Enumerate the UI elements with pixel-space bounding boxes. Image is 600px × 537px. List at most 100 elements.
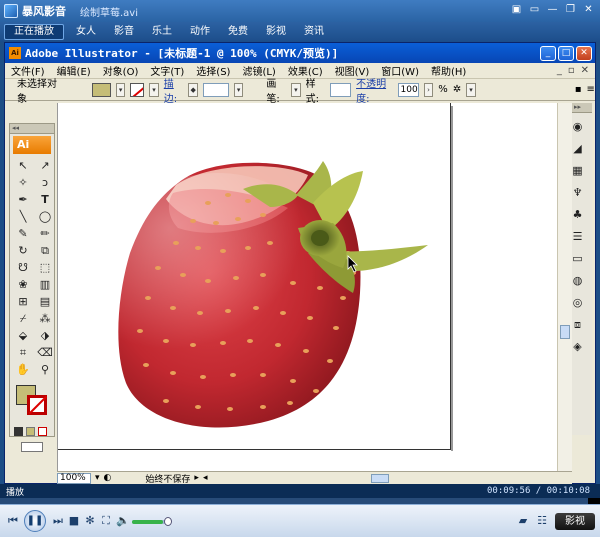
style-label: 样式:	[305, 78, 319, 105]
blend-tool-icon[interactable]: ⁂	[36, 311, 54, 326]
volume-knob[interactable]	[164, 517, 172, 526]
tab-free[interactable]: 免费	[219, 22, 257, 42]
fill-swatch[interactable]	[92, 82, 111, 97]
tab-news[interactable]: 资讯	[295, 22, 333, 42]
live-paint-tool-icon[interactable]: ⬙	[14, 328, 32, 343]
scale-tool-icon[interactable]: ⧉	[36, 243, 54, 258]
pen-tool-icon[interactable]: ✒	[14, 192, 32, 207]
player-restore-icon[interactable]: ❐	[563, 3, 578, 18]
doc-restore-icon[interactable]: ▫	[568, 65, 575, 76]
graph-tool-icon[interactable]: ▥	[36, 277, 54, 292]
fill-dropdown-icon[interactable]: ▾	[115, 82, 126, 97]
player-close-icon[interactable]: ✕	[581, 3, 596, 18]
status-menu-icon[interactable]: ◐	[104, 473, 112, 483]
status-arrow-icon[interactable]: ▸	[194, 473, 199, 483]
menu-select[interactable]: 选择(S)	[190, 63, 236, 78]
pencil-tool-icon[interactable]: ✏	[36, 226, 54, 241]
time-total: 00:10:08	[546, 486, 590, 496]
stroke-weight-field[interactable]	[202, 82, 229, 97]
slice-tool-icon[interactable]: ⌗	[14, 345, 32, 360]
ellipse-tool-icon[interactable]: ◯	[36, 209, 54, 224]
tab-tv[interactable]: 影视	[257, 22, 295, 42]
tools-panel-grip[interactable]: ◂◂	[10, 124, 54, 134]
stroke-dropdown-icon[interactable]: ▾	[149, 82, 159, 97]
vertical-scroll-thumb[interactable]	[560, 325, 570, 339]
pause-button[interactable]: ❚❚	[24, 510, 46, 532]
free-transform-tool-icon[interactable]: ⬚	[36, 260, 54, 275]
opacity-link[interactable]: 不透明度:	[356, 75, 392, 105]
volume-icon[interactable]: 🔈	[116, 514, 130, 528]
vertical-scrollbar[interactable]	[557, 103, 572, 471]
magic-wand-tool-icon[interactable]: ✧	[14, 175, 32, 190]
strawberry-artwork[interactable]	[58, 103, 450, 449]
gradient-mode-icon[interactable]	[26, 427, 35, 436]
zoom-dropdown-icon[interactable]: ▾	[95, 473, 100, 483]
none-mode-icon[interactable]	[38, 427, 47, 436]
status-bar: 100% ▾ ◐ 始终不保存 ▸ ◂	[57, 471, 572, 485]
tab-women[interactable]: 女人	[67, 22, 105, 42]
tool-stroke-swatch[interactable]	[27, 395, 47, 415]
warp-tool-icon[interactable]: ☋	[14, 260, 32, 275]
line-tool-icon[interactable]: ╲	[14, 209, 32, 224]
doc-close-icon[interactable]: ✕	[581, 65, 589, 76]
next-icon[interactable]: ⏭	[51, 514, 65, 528]
color-mode-icon[interactable]	[14, 427, 23, 436]
stroke-weight-stepper-icon[interactable]: ◆	[188, 82, 198, 97]
live-paint-selection-tool-icon[interactable]: ⬗	[36, 328, 54, 343]
illustrator-title: Adobe Illustrator - [未标题-1 @ 100% (CMYK/…	[25, 47, 339, 60]
style-field[interactable]	[330, 82, 352, 97]
symbol-sprayer-tool-icon[interactable]: ❀	[14, 277, 32, 292]
brush-dropdown-icon[interactable]: ▾	[291, 82, 301, 97]
doc-minimize-icon[interactable]: _	[557, 65, 562, 76]
eraser-tool-icon[interactable]: ⌫	[36, 345, 54, 360]
settings-icon[interactable]: ✻	[83, 514, 97, 528]
brush-options-icon[interactable]: ✲	[453, 84, 461, 95]
illustrator-minimize-icon[interactable]: _	[540, 45, 556, 61]
direct-selection-tool-icon[interactable]: ↗	[36, 158, 54, 173]
illustrator-close-icon[interactable]: ✕	[576, 45, 592, 61]
stroke-swatch[interactable]	[130, 82, 145, 97]
stroke-link[interactable]: 描边:	[164, 75, 184, 105]
h-scroll-left-icon[interactable]: ◂	[203, 473, 208, 483]
stop-icon[interactable]: ■	[67, 514, 81, 528]
control-menu-icon[interactable]: ≡	[587, 84, 595, 95]
tab-movies[interactable]: 影音	[105, 22, 143, 42]
camera-icon[interactable]: ▪	[575, 84, 582, 95]
player-mini-mode-icon[interactable]: ▭	[527, 3, 542, 18]
zoom-field[interactable]: 100%	[57, 472, 91, 484]
opacity-dropdown-icon[interactable]: ›	[423, 82, 434, 97]
illustrator-window: Ai Adobe Illustrator - [未标题-1 @ 100% (CM…	[4, 42, 596, 485]
artboard-edge-bottom	[58, 449, 451, 450]
canvas-area[interactable]	[57, 103, 557, 471]
gradient-tool-icon[interactable]: ▤	[36, 294, 54, 309]
type-tool-icon[interactable]: T	[36, 192, 54, 207]
fullscreen-icon[interactable]: ⛶	[99, 514, 113, 528]
player-minimize-icon[interactable]: —	[545, 3, 560, 18]
playlist-icon[interactable]: ☷	[535, 514, 549, 528]
brush-options-dropdown-icon[interactable]: ▾	[466, 82, 476, 97]
tab-action[interactable]: 动作	[181, 22, 219, 42]
mesh-tool-icon[interactable]: ⊞	[14, 294, 32, 309]
paintbrush-tool-icon[interactable]: ✎	[14, 226, 32, 241]
horizontal-scroll-thumb[interactable]	[371, 473, 390, 483]
video-portal-button[interactable]: 影视	[555, 513, 595, 530]
eyedropper-tool-icon[interactable]: ⌿	[14, 311, 32, 326]
opacity-field[interactable]: 100	[397, 82, 419, 97]
lasso-tool-icon[interactable]: ↄ	[36, 175, 54, 190]
previous-icon[interactable]: ⏮	[6, 514, 20, 528]
hand-tool-icon[interactable]: ✋	[14, 362, 32, 377]
tab-now-playing[interactable]: 正在播放	[4, 24, 64, 40]
stroke-weight-dropdown-icon[interactable]: ▾	[233, 82, 244, 97]
volume-slider[interactable]	[132, 520, 168, 524]
tools-panel: ◂◂ Ai ↖ ↗ ✧ ↄ ✒ T ╲ ◯ ✎ ✏ ↻ ⧉ ☋ ⬚ ❀ ▥ ⊞ …	[9, 123, 55, 452]
screen-mode-icon[interactable]	[21, 442, 43, 452]
selection-tool-icon[interactable]: ↖	[14, 158, 32, 173]
tab-paradise[interactable]: 乐土	[143, 22, 181, 42]
menu-object[interactable]: 对象(O)	[97, 63, 145, 78]
open-folder-icon[interactable]: ▰	[516, 514, 530, 528]
zoom-tool-icon[interactable]: ⚲	[36, 362, 54, 377]
rotate-tool-icon[interactable]: ↻	[14, 243, 32, 258]
illustrator-maximize-icon[interactable]: □	[558, 45, 574, 61]
player-menu-icon[interactable]: ▣	[509, 3, 524, 18]
menu-help[interactable]: 帮助(H)	[425, 63, 472, 78]
